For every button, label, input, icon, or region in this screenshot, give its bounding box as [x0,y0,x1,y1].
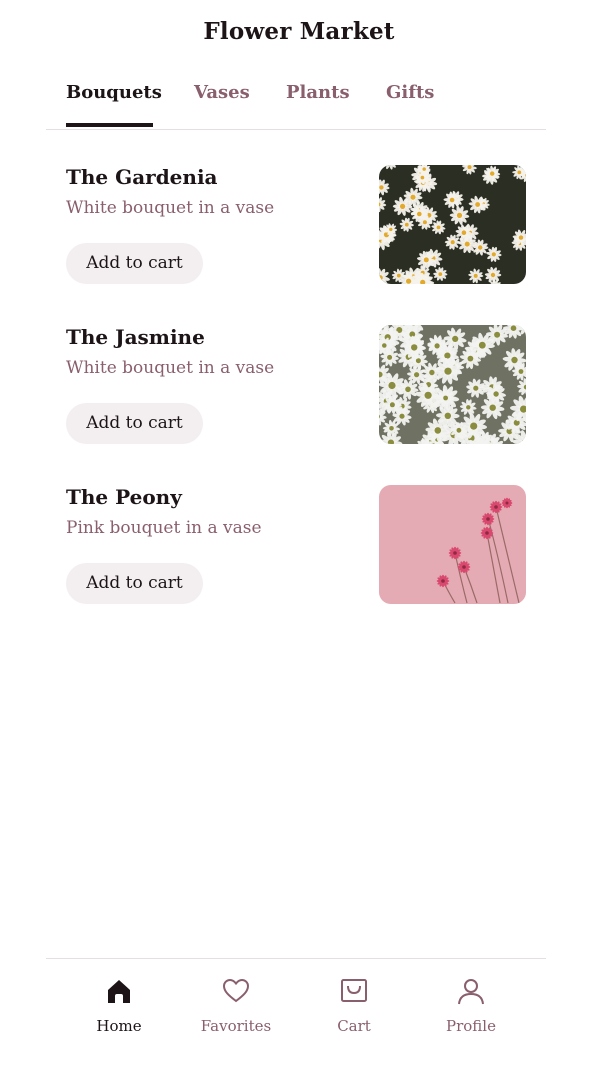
nav-label: Home [60,1017,178,1035]
product-image-peony[interactable] [379,485,526,604]
product-description: White bouquet in a vase [66,198,274,218]
add-to-cart-button[interactable]: Add to cart [66,563,203,604]
nav-item-home[interactable]: Home [60,959,178,1059]
add-to-cart-button[interactable]: Add to cart [66,403,203,444]
active-tab-indicator [66,123,153,127]
product-name: The Jasmine [66,325,205,349]
product-image-gardenia[interactable] [379,165,526,284]
add-to-cart-button[interactable]: Add to cart [66,243,203,284]
product-name: The Gardenia [66,165,218,189]
heart-icon [222,977,250,1005]
nav-item-cart[interactable]: Cart [295,959,413,1059]
tab-vases[interactable]: Vases [194,82,250,103]
shopping-bag-icon [340,977,368,1005]
nav-item-favorites[interactable]: Favorites [177,959,295,1059]
category-tabs: Bouquets Vases Plants Gifts [46,0,546,130]
product-description: Pink bouquet in a vase [66,518,262,538]
bottom-navigation: Home Favorites Cart Profile [46,958,546,1081]
user-icon [457,977,485,1005]
nav-label: Favorites [177,1017,295,1035]
nav-item-profile[interactable]: Profile [412,959,530,1059]
nav-label: Profile [412,1017,530,1035]
product-description: White bouquet in a vase [66,358,274,378]
product-image-jasmine[interactable] [379,325,526,444]
product-card-peony: The Peony Pink bouquet in a vase Add to … [66,485,526,605]
nav-label: Cart [295,1017,413,1035]
tab-bouquets[interactable]: Bouquets [66,82,162,103]
product-name: The Peony [66,485,182,509]
home-icon [105,977,133,1005]
tab-gifts[interactable]: Gifts [386,82,434,103]
tab-plants[interactable]: Plants [286,82,350,103]
product-card-jasmine: The Jasmine White bouquet in a vase Add … [66,325,526,445]
product-card-gardenia: The Gardenia White bouquet in a vase Add… [66,165,526,285]
